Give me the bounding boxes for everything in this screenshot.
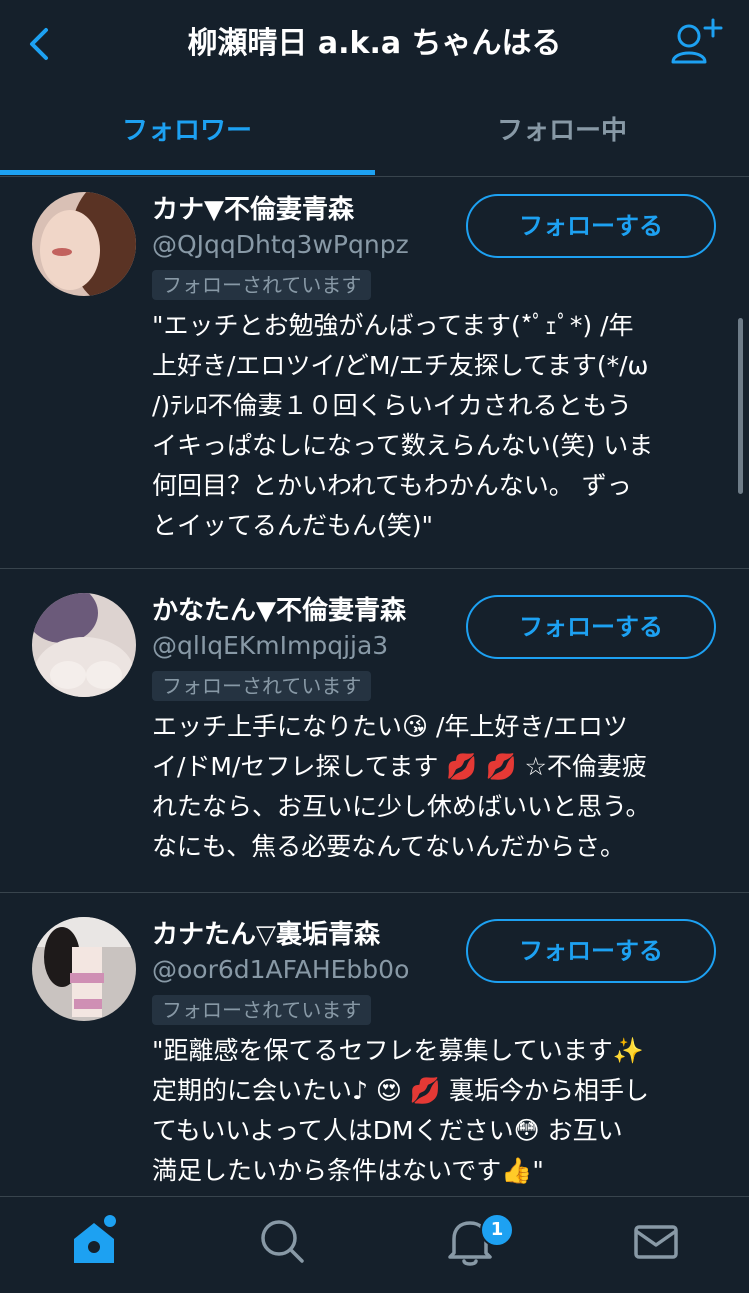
page-title: 柳瀬晴日 a.k.a ちゃんはる	[187, 26, 562, 61]
user-handle: @qlIqEKmImpqjja3	[152, 631, 389, 660]
notification-count-badge: 1	[480, 1213, 514, 1247]
search-icon	[261, 1220, 304, 1263]
top-nav-bar: 柳瀬晴日 a.k.a ちゃんはる	[0, 0, 749, 88]
list-item[interactable]: カナたん▽裏垢青森 @oor6d1AFAHEbb0o フォローされています フォ…	[0, 893, 749, 1196]
user-bio: "エッチとお勉強がんばってます(*ﾟｪﾟ*) /年 上好き/エロツイ/どM/エチ…	[152, 311, 654, 540]
scrollbar[interactable]	[738, 318, 743, 494]
user-name[interactable]: カナたん▽裏垢青森	[152, 917, 380, 953]
user-name[interactable]: カナ▼不倫妻青森	[152, 192, 354, 228]
user-bio: "距離感を保てるセフレを募集しています✨ 定期的に会いたい♪ 😍 💋 裏垢今から…	[152, 1036, 649, 1185]
follower-list[interactable]: カナ▼不倫妻青森 @QJqqDhtq3wPqnpz フォローされています フォロ…	[0, 176, 749, 1196]
mail-icon	[634, 1225, 678, 1259]
home-icon	[74, 1215, 116, 1263]
user-name[interactable]: かなたん▼不倫妻青森	[152, 593, 406, 629]
tab-following[interactable]: フォロー中	[375, 88, 749, 174]
active-tab-indicator	[0, 170, 375, 175]
add-user-icon	[671, 18, 723, 64]
follow-button[interactable]: フォローする	[466, 919, 716, 983]
follows-you-badge: フォローされています	[152, 671, 372, 701]
follow-button[interactable]: フォローする	[466, 194, 716, 258]
tab-bar: フォロワー フォロー中	[0, 88, 749, 177]
follows-you-badge: フォローされています	[152, 270, 372, 300]
follow-button[interactable]: フォローする	[466, 595, 716, 659]
user-handle: @QJqqDhtq3wPqnpz	[152, 230, 409, 259]
tab-followers[interactable]: フォロワー	[0, 88, 374, 174]
avatar[interactable]	[32, 917, 136, 1021]
user-handle: @oor6d1AFAHEbb0o	[152, 955, 410, 984]
list-item[interactable]: かなたん▼不倫妻青森 @qlIqEKmImpqjja3 フォローされています フ…	[0, 569, 749, 893]
home-tab[interactable]	[66, 1211, 126, 1271]
messages-tab[interactable]	[626, 1211, 686, 1271]
bottom-tab-bar	[0, 1196, 749, 1293]
search-tab[interactable]	[252, 1211, 312, 1271]
list-item[interactable]: カナ▼不倫妻青森 @QJqqDhtq3wPqnpz フォローされています フォロ…	[0, 176, 749, 569]
add-user-button[interactable]	[671, 18, 723, 66]
avatar[interactable]	[32, 192, 136, 296]
user-bio: エッチ上手になりたい😘 /年上好き/エロツ イ/ドM/セフレ探してます 💋 💋 …	[152, 712, 651, 861]
avatar[interactable]	[32, 593, 136, 697]
follows-you-badge: フォローされています	[152, 995, 372, 1025]
